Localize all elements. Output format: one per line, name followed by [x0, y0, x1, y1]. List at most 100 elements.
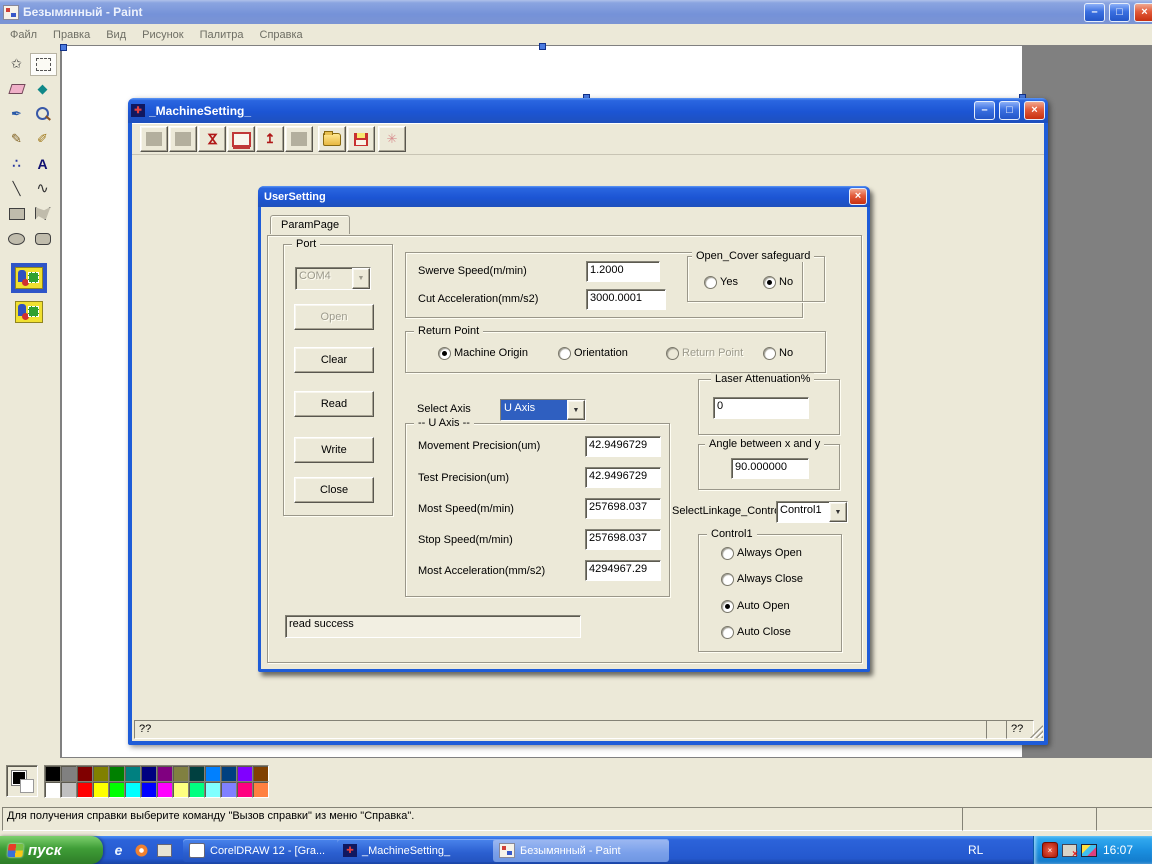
orientation-radio[interactable] [558, 347, 571, 360]
media-player-icon[interactable] [131, 839, 152, 861]
machinesetting-close-button[interactable]: × [1024, 101, 1045, 120]
tool-select-button[interactable] [30, 53, 57, 76]
tool-polygon-button[interactable] [30, 203, 55, 224]
tool-airbrush-button[interactable]: ∴ [4, 153, 29, 174]
security-shield-icon[interactable]: × [1042, 842, 1058, 858]
palette-swatch[interactable] [156, 765, 173, 782]
update-error-icon[interactable] [1062, 844, 1077, 857]
open-button[interactable]: Open [294, 304, 374, 330]
palette-swatch[interactable] [252, 781, 269, 798]
always-close-radio[interactable] [721, 573, 734, 586]
tool-free-form-select-button[interactable]: ✩ [4, 53, 29, 74]
palette-swatch[interactable] [220, 781, 237, 798]
toolbar-screen-button[interactable] [227, 126, 255, 152]
toolbar-blank-3-button[interactable] [285, 126, 313, 152]
palette-swatch[interactable] [124, 765, 141, 782]
tab-parampage[interactable]: ParamPage [270, 215, 350, 234]
tool-curve-button[interactable]: ∿ [30, 178, 55, 199]
palette-swatch[interactable] [60, 781, 77, 798]
always-open-radio[interactable] [721, 547, 734, 560]
test-precision-field[interactable]: 42.9496729 [585, 467, 661, 488]
cover-no-radio[interactable] [763, 276, 776, 289]
palette-swatch[interactable] [92, 765, 109, 782]
tool-brush-button[interactable]: ✐ [30, 128, 55, 149]
return-no-radio[interactable] [763, 347, 776, 360]
start-button[interactable]: пуск [0, 836, 103, 864]
tool-ellipse-button[interactable] [4, 228, 29, 249]
palette-swatch[interactable] [44, 781, 61, 798]
usersetting-close-button[interactable]: × [849, 188, 867, 205]
machine-resize-grip[interactable] [1030, 725, 1043, 738]
taskbar-button-paint[interactable]: Безымянный - Paint [493, 839, 669, 862]
selection-option-transparent[interactable] [11, 297, 47, 327]
palette-swatch[interactable] [236, 781, 253, 798]
paint-close-button[interactable]: × [1134, 3, 1152, 22]
palette-swatch[interactable] [172, 765, 189, 782]
selection-handle-top-center[interactable] [539, 43, 546, 50]
palette-swatch[interactable] [108, 781, 125, 798]
read-button[interactable]: Read [294, 391, 374, 417]
return-point-radio[interactable] [666, 347, 679, 360]
palette-swatch[interactable] [140, 765, 157, 782]
toolbar-open-button[interactable] [318, 126, 346, 152]
laser-attenuation-field[interactable]: 0 [713, 397, 809, 419]
machinesetting-minimize-button[interactable]: – [974, 101, 995, 120]
tool-pencil-button[interactable]: ✎ [4, 128, 29, 149]
tool-rounded-rectangle-button[interactable] [30, 228, 55, 249]
palette-swatch[interactable] [76, 765, 93, 782]
palette-swatch[interactable] [76, 781, 93, 798]
swerve-speed-field[interactable]: 1.2000 [586, 261, 660, 282]
palette-swatch[interactable] [156, 781, 173, 798]
menu-view[interactable]: Вид [98, 26, 134, 44]
toolbar-laser-spot-button[interactable]: ✳ [378, 126, 406, 152]
selection-option-opaque[interactable] [11, 263, 47, 293]
tool-magnifier-button[interactable] [30, 103, 55, 124]
linkage-combobox[interactable]: Control1 ▼ [776, 501, 848, 523]
select-axis-combobox[interactable]: U Axis ▼ [500, 399, 586, 421]
palette-swatch[interactable] [204, 765, 221, 782]
machine-origin-radio[interactable] [438, 347, 451, 360]
palette-swatch[interactable] [220, 765, 237, 782]
palette-swatch[interactable] [188, 781, 205, 798]
dialog-status-field[interactable]: read success [285, 615, 581, 638]
quick-launch-3-icon[interactable] [154, 839, 175, 861]
taskbar-button-machinesetting[interactable]: ✚ _MachineSetting_ [337, 839, 499, 862]
palette-swatch[interactable] [172, 781, 189, 798]
machinesetting-maximize-button[interactable]: □ [999, 101, 1020, 120]
palette-swatch[interactable] [204, 781, 221, 798]
cut-acceleration-field[interactable]: 3000.0001 [586, 289, 666, 310]
cover-yes-radio[interactable] [704, 276, 717, 289]
auto-open-radio[interactable] [721, 600, 734, 613]
display-settings-icon[interactable] [1081, 844, 1097, 857]
write-button[interactable]: Write [294, 437, 374, 463]
menu-file[interactable]: Файл [2, 26, 45, 44]
port-dropdown-icon[interactable]: ▼ [352, 268, 370, 289]
toolbar-blank-1-button[interactable] [140, 126, 168, 152]
menu-palette[interactable]: Палитра [192, 26, 252, 44]
movement-precision-field[interactable]: 42.9496729 [585, 436, 661, 457]
palette-swatch[interactable] [124, 781, 141, 798]
port-combobox[interactable]: COM4 ▼ [295, 267, 371, 290]
angle-field[interactable]: 90.000000 [731, 458, 809, 479]
palette-swatch[interactable] [236, 765, 253, 782]
palette-swatch[interactable] [108, 765, 125, 782]
toolbar-transform-button[interactable]: ⋈ [198, 126, 226, 152]
menu-edit[interactable]: Правка [45, 26, 98, 44]
select-axis-dropdown-icon[interactable]: ▼ [567, 400, 585, 420]
palette-swatch[interactable] [44, 765, 61, 782]
paint-minimize-button[interactable]: – [1084, 3, 1105, 22]
palette-swatch[interactable] [60, 765, 77, 782]
language-indicator[interactable]: RL [968, 843, 983, 857]
menu-image[interactable]: Рисунок [134, 26, 192, 44]
selection-handle-top-left[interactable] [60, 44, 67, 51]
menu-help[interactable]: Справка [252, 26, 311, 44]
toolbar-blank-2-button[interactable] [169, 126, 197, 152]
toolbar-origin-button[interactable]: ↥ [256, 126, 284, 152]
auto-close-radio[interactable] [721, 626, 734, 639]
toolbar-save-button[interactable] [347, 126, 375, 152]
stop-speed-field[interactable]: 257698.037 [585, 529, 661, 550]
tool-pick-color-button[interactable]: ✒ [4, 103, 29, 124]
tool-eraser-button[interactable] [4, 78, 29, 99]
tool-line-button[interactable]: ╲ [4, 178, 29, 199]
internet-explorer-icon[interactable]: e [108, 839, 129, 861]
